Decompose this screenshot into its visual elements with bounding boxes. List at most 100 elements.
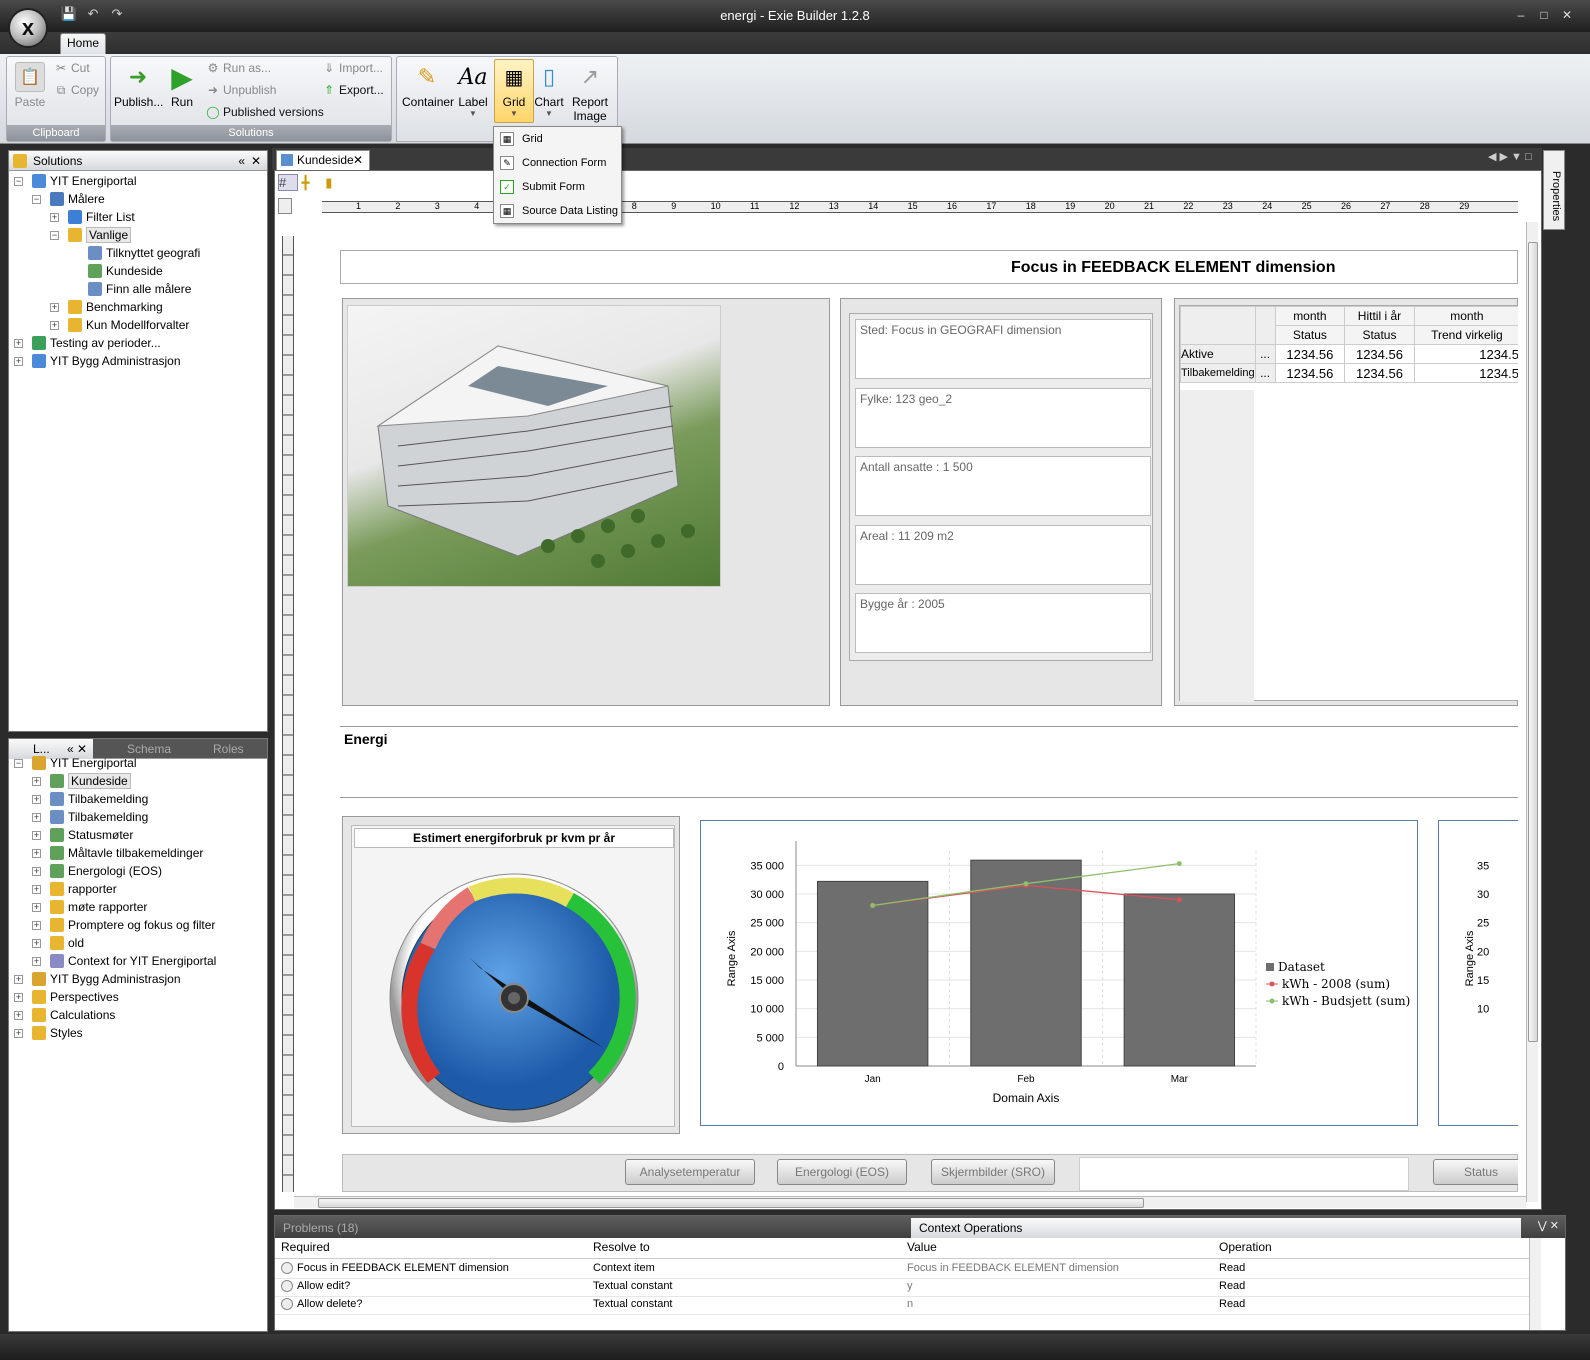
chart-container[interactable]: 35 000 30 000 25 000 20 000 15 000 10 000 5 00…: [700, 820, 1418, 1126]
run-button[interactable]: ▶ Run: [166, 62, 198, 110]
tree-item[interactable]: rapporter: [50, 880, 117, 898]
scroll-thumb-h[interactable]: [318, 1198, 1144, 1208]
tree-item[interactable]: YIT Energiportal: [32, 172, 137, 190]
tree-expander[interactable]: +: [50, 321, 59, 330]
tree-expander[interactable]: +: [14, 339, 23, 348]
panel-controls-icons[interactable]: ⋁ ✕: [1538, 1219, 1559, 1232]
grid-container[interactable]: month Hittil i år month Status Status Trend …: [1174, 298, 1518, 706]
copy-button[interactable]: ⧉ Copy: [54, 83, 99, 98]
tree-expander[interactable]: +: [32, 813, 41, 822]
tree-item[interactable]: old: [50, 934, 84, 952]
tree-item[interactable]: Perspectives: [32, 988, 119, 1006]
tree-expander[interactable]: +: [32, 957, 41, 966]
collapse-icon[interactable]: «: [238, 151, 245, 171]
tree-item[interactable]: Testing av perioder...: [32, 334, 161, 352]
header-container[interactable]: Focus in FEEDBACK ELEMENT dimension: [340, 250, 1518, 284]
horizontal-scrollbar[interactable]: [294, 1196, 1526, 1208]
tree-item[interactable]: Energologi (EOS): [50, 862, 162, 880]
tree-expander[interactable]: +: [50, 303, 59, 312]
chart-button[interactable]: ▯ Chart ▼: [532, 62, 566, 118]
export-button[interactable]: ⇑ Export...: [322, 83, 384, 97]
redo-icon[interactable]: ↷: [108, 6, 126, 24]
published-versions-button[interactable]: ◯ Published versions: [206, 105, 323, 119]
paste-button[interactable]: 📋 Paste: [10, 62, 50, 109]
tree-expander[interactable]: +: [32, 903, 41, 912]
bottom-scrollbar[interactable]: [1529, 1238, 1541, 1330]
tree-item[interactable]: Filter List: [68, 208, 135, 226]
info-field-sted[interactable]: Sted: Focus in GEOGRAFI dimension: [855, 319, 1151, 379]
tab-home[interactable]: Home: [60, 33, 106, 54]
tree-item[interactable]: Promptere og fokus og filter: [50, 916, 215, 934]
row-dots[interactable]: ...: [1254, 363, 1276, 383]
tree-item[interactable]: Benchmarking: [68, 298, 163, 316]
properties-side-tab[interactable]: Properties: [1543, 150, 1565, 230]
grid-button[interactable]: ▦ Grid ▼: [494, 59, 534, 123]
publish-button[interactable]: ➜ Publish...: [114, 62, 163, 109]
tree-expander[interactable]: −: [14, 759, 23, 768]
tree-item[interactable]: YIT Energiportal: [32, 754, 137, 772]
tree-item[interactable]: Tilbakemelding: [50, 808, 148, 826]
tree-item[interactable]: Tilknyttet geografi: [88, 244, 200, 262]
tree-expander[interactable]: +: [32, 921, 41, 930]
tree-item[interactable]: Kundeside: [88, 262, 163, 280]
distribute-icon[interactable]: ▮: [325, 175, 345, 191]
tree-expander[interactable]: +: [32, 777, 41, 786]
tree-expander[interactable]: −: [14, 177, 23, 186]
tree-item[interactable]: Finn alle målere: [88, 280, 191, 298]
tree-item[interactable]: Statusmøter: [50, 826, 133, 844]
energi-container[interactable]: Energi: [340, 726, 1518, 798]
tree-expander[interactable]: +: [32, 885, 41, 894]
tree-expander[interactable]: +: [14, 357, 23, 366]
label-button[interactable]: Aa Label ▼: [456, 62, 490, 119]
tree-item[interactable]: Målere: [50, 190, 105, 208]
tree-expander[interactable]: −: [32, 195, 41, 204]
close-icon[interactable]: ✕: [1558, 8, 1576, 24]
undo-icon[interactable]: ↶: [84, 6, 102, 24]
info-field-areal[interactable]: Areal : 11 209 m2: [855, 525, 1151, 585]
tree-expander[interactable]: +: [14, 975, 23, 984]
unpublish-button[interactable]: ➜ Unpublish: [206, 83, 276, 97]
tree-expander[interactable]: +: [14, 1029, 23, 1038]
maximize-icon[interactable]: □: [1535, 8, 1553, 24]
close-tab-icon[interactable]: ✕: [353, 151, 363, 169]
tree-item[interactable]: Styles: [32, 1024, 83, 1042]
tree-expander[interactable]: +: [32, 849, 41, 858]
gauge-container[interactable]: Estimert energiforbruk pr kvm pr år: [342, 816, 680, 1134]
energologi-button[interactable]: Energologi (EOS): [777, 1159, 907, 1185]
status-button[interactable]: Status: [1433, 1159, 1518, 1185]
menu-item-submit-form[interactable]: ✓ Submit Form: [494, 175, 621, 199]
tree-item[interactable]: YIT Bygg Administrasjon: [32, 970, 181, 988]
tree-expander[interactable]: +: [32, 939, 41, 948]
row-dots[interactable]: ...: [1254, 344, 1276, 364]
tree-expander[interactable]: +: [32, 831, 41, 840]
close-panel-icon[interactable]: ✕: [251, 151, 261, 171]
scroll-thumb[interactable]: [1528, 242, 1538, 1042]
tab-problems[interactable]: Problems (18): [275, 1218, 911, 1238]
vertical-scrollbar[interactable]: [1526, 222, 1538, 1202]
tree-item[interactable]: Vanlige: [68, 226, 132, 244]
cut-button[interactable]: ✂ Cut: [54, 61, 90, 75]
tree-expander[interactable]: +: [32, 795, 41, 804]
tree-item[interactable]: Kundeside: [50, 772, 131, 790]
context-cell-value[interactable]: y: [907, 1280, 913, 1292]
tree-expander[interactable]: +: [50, 213, 59, 222]
tree-item[interactable]: YIT Bygg Administrasjon: [32, 352, 181, 370]
analysetemperatur-button[interactable]: Analysetemperatur: [625, 1159, 755, 1185]
menu-item-connection-form[interactable]: ✎ Connection Form: [494, 151, 621, 175]
info-field-bygge[interactable]: Bygge år : 2005: [855, 593, 1151, 653]
image-container[interactable]: [342, 298, 830, 706]
tree-item[interactable]: Calculations: [32, 1006, 115, 1024]
menu-item-source-data-listing[interactable]: ▦ Source Data Listing: [494, 199, 621, 223]
report-image-button[interactable]: ↗ Report Image: [568, 62, 612, 123]
tree-item[interactable]: møte rapporter: [50, 898, 147, 916]
tab-context-operations[interactable]: Context Operations: [911, 1218, 1521, 1238]
tree-item[interactable]: Context for YIT Energiportal: [50, 952, 216, 970]
context-cell-value[interactable]: Focus in FEEDBACK ELEMENT dimension: [907, 1262, 1119, 1274]
import-button[interactable]: ⇓ Import...: [322, 61, 383, 75]
tree-item[interactable]: Måltavle tilbakemeldinger: [50, 844, 203, 862]
info-container[interactable]: Sted: Focus in GEOGRAFI dimension Fylke:…: [840, 298, 1162, 706]
align-icon[interactable]: ╋: [302, 175, 322, 191]
run-as-button[interactable]: ⚙ Run as...: [206, 61, 271, 75]
tree-item[interactable]: Kun Modellforvalter: [68, 316, 189, 334]
tab-roles[interactable]: Roles: [193, 739, 269, 759]
